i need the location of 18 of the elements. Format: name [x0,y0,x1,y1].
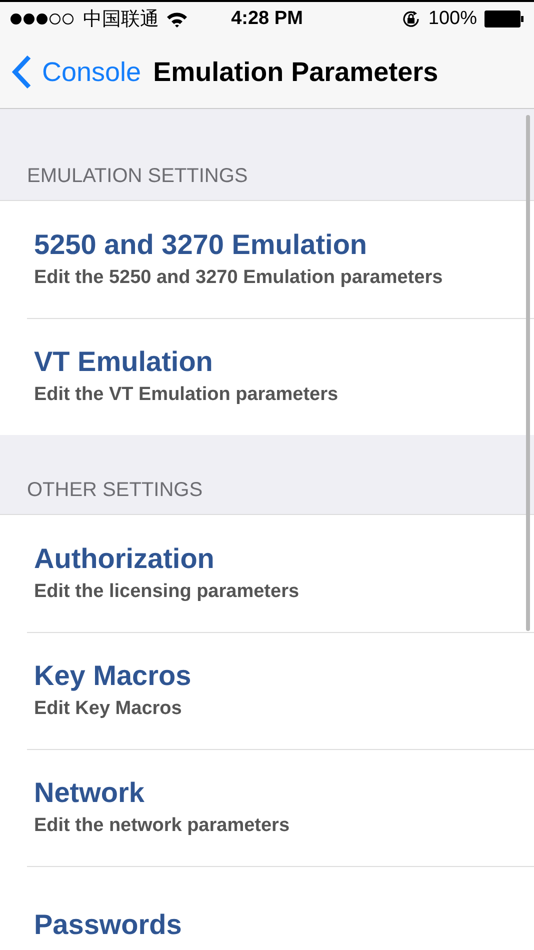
battery-icon [484,10,524,28]
section-header: EMULATION SETTINGS [27,165,248,188]
carrier-name: 中国联通 [83,8,159,32]
signal-icon [10,13,76,25]
settings-row[interactable]: Key Macros Edit Key Macros [0,632,534,749]
chevron-left-icon [12,55,32,89]
settings-row[interactable]: Network Edit the network parameters [0,749,534,866]
battery-percentage: 100% [428,8,477,30]
section-header: OTHER SETTINGS [27,479,203,502]
clock-time: 4:28 PM [231,8,303,30]
settings-row[interactable]: VT Emulation Edit the VT Emulation parameters [0,318,534,435]
settings-row[interactable]: 5250 and 3270 Emulation Edit the 5250 and 3270 Emulation parameters [0,201,534,318]
wifi-icon [166,10,188,28]
rotation-lock-icon [401,9,422,29]
screen-title: Emulation Parameters [153,56,438,88]
settings-row[interactable]: Authorization Edit the licensing parameters [0,515,534,632]
settings-row[interactable]: Passwords [0,866,534,950]
back-button[interactable]: Console [12,55,142,89]
